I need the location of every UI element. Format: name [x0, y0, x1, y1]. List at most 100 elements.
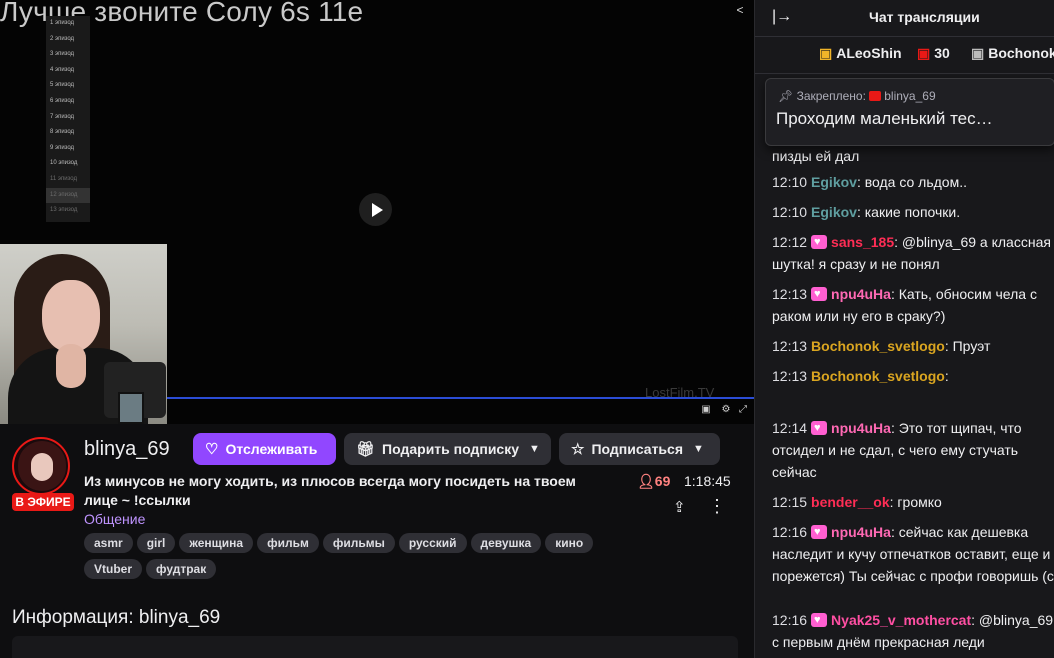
- broadcaster-icon: [869, 91, 882, 101]
- chat-text: : какие попочки.: [856, 204, 961, 220]
- episode-item[interactable]: 8 эпизод: [46, 125, 90, 141]
- play-button[interactable]: [359, 193, 392, 226]
- subscribe-button[interactable]: ☆ Подписаться ▼: [559, 433, 720, 465]
- tag[interactable]: русский: [398, 533, 467, 553]
- chat-timestamp: 12:16: [772, 524, 808, 540]
- gift-icon: ▣: [917, 45, 931, 61]
- tag-list: asmr girl женщина фильм фильмы русский девушка…: [84, 533, 614, 585]
- tag[interactable]: Vtuber: [84, 559, 143, 579]
- share-icon[interactable]: <: [733, 3, 747, 17]
- chat-text: : Это тот щипач, что отсидел и не сдал, …: [772, 420, 1022, 480]
- chat-text: : Пруэт: [944, 338, 991, 354]
- heart-icon: ♡: [205, 441, 219, 458]
- chevron-down-icon: ▼: [529, 443, 540, 455]
- chat-message: 12:16Nyak25_v_mothercat: @blinya_69 с пе…: [772, 609, 1054, 653]
- episode-item[interactable]: 1 эпизод: [46, 16, 90, 32]
- chat-username[interactable]: sans_185: [831, 234, 894, 250]
- chat-text: : вода со льдом..: [856, 174, 967, 190]
- channel-name[interactable]: blinya_69: [84, 438, 170, 461]
- chat-message: 12:14 npu4uHa: Это тот щипач, что отсидел…: [772, 417, 1054, 483]
- share-icon[interactable]: ⇪: [673, 498, 686, 516]
- star-icon: ☆: [571, 441, 585, 458]
- pinned-user: blinya_69: [884, 89, 936, 103]
- chat-username[interactable]: Nyak25_v_mothercat: [831, 612, 971, 628]
- gifter-leaderboard: ▣ ALeoShin ▣ 30 ▣ Bochonok: [755, 37, 1054, 74]
- gift-icon: ▣: [819, 45, 833, 61]
- gift-subscription-button[interactable]: 🎁︎ Подарить подписку ▼: [344, 433, 551, 465]
- gift-label: Подарить подписку: [382, 441, 520, 457]
- episode-item[interactable]: 6 эпизод: [46, 94, 90, 110]
- chat-timestamp: 12:13: [772, 368, 808, 384]
- episode-item[interactable]: 10 эпизод: [46, 156, 90, 172]
- chat-message: 12:10 Egikov: вода со льдом..: [772, 171, 1054, 193]
- chat-message: 12:12sans_185: @blinya_69 а классная шут…: [772, 231, 1054, 275]
- episode-item[interactable]: 11 эпизод: [46, 172, 90, 188]
- pinned-label: Закреплено:: [796, 89, 866, 103]
- chat-timestamp: 12:10: [772, 174, 808, 190]
- episode-item[interactable]: 7 эпизод: [46, 110, 90, 126]
- episode-item[interactable]: 2 эпизод: [46, 32, 90, 48]
- fullscreen-icon[interactable]: ⤢: [737, 404, 749, 416]
- episode-item[interactable]: 9 эпизод: [46, 141, 90, 157]
- chat-username[interactable]: npu4uHa: [831, 286, 891, 302]
- follow-label: Отслеживать: [225, 441, 318, 457]
- chat-timestamp: 12:16: [772, 612, 808, 628]
- chat-message: 12:15 bender__ok: громко: [772, 491, 1054, 513]
- tag[interactable]: женщина: [179, 533, 254, 553]
- tag[interactable]: девушка: [470, 533, 542, 553]
- chat-text: :: [944, 368, 949, 384]
- info-panel: [12, 636, 738, 658]
- viewer-icon: 👤︎: [637, 473, 655, 489]
- chat-username[interactable]: Bochonok_svetlogo: [811, 368, 945, 384]
- settings-icon[interactable]: ⚙: [720, 404, 732, 416]
- category-link[interactable]: Общение: [84, 511, 145, 527]
- webcam-overlay: [0, 244, 167, 424]
- chat-username[interactable]: bender__ok: [811, 494, 890, 510]
- chat-username[interactable]: Egikov: [811, 174, 857, 190]
- main-column: Лучше звоните Солу 6s 11e 1 эпизод 2 эпиз…: [0, 0, 754, 658]
- collapse-chat-icon[interactable]: |→: [772, 8, 792, 26]
- live-badge: В ЭФИРЕ: [12, 493, 74, 511]
- tag[interactable]: girl: [136, 533, 176, 553]
- chat-timestamp: 12:10: [772, 204, 808, 220]
- tag[interactable]: фильм: [257, 533, 319, 553]
- gifter-item[interactable]: ▣ 30: [917, 45, 950, 62]
- stream-title: Из минусов не могу ходить, из плюсов все…: [84, 473, 576, 508]
- chat-username[interactable]: npu4uHa: [831, 420, 891, 436]
- gift-icon: 🎁︎: [356, 441, 376, 458]
- chat-message-fragment: пизды ей дал: [772, 148, 860, 164]
- chat-username[interactable]: Egikov: [811, 204, 857, 220]
- episode-item[interactable]: 3 эпизод: [46, 47, 90, 63]
- chat-header: |→ Чат трансляции: [755, 0, 1054, 37]
- chat-username[interactable]: Bochonok_svetlogo: [811, 338, 945, 354]
- chat-timestamp: 12:14: [772, 420, 808, 436]
- avatar[interactable]: [12, 437, 70, 495]
- chat-username[interactable]: npu4uHa: [831, 524, 891, 540]
- chevron-down-icon: ▼: [693, 443, 704, 455]
- pip-icon[interactable]: ▣: [700, 404, 712, 416]
- subscriber-badge-icon: [811, 231, 828, 253]
- video-player[interactable]: Лучше звоните Солу 6s 11e 1 эпизод 2 эпиз…: [0, 0, 754, 424]
- more-options-icon[interactable]: ⋮: [708, 497, 726, 515]
- chat-title: Чат трансляции: [869, 9, 980, 25]
- chat-timestamp: 12:15: [772, 494, 808, 510]
- tag[interactable]: фудтрак: [146, 559, 217, 579]
- gifter-item[interactable]: ▣ ALeoShin: [819, 45, 902, 62]
- progress-bar[interactable]: [167, 397, 754, 399]
- episode-item[interactable]: 5 эпизод: [46, 78, 90, 94]
- tag[interactable]: кино: [545, 533, 594, 553]
- info-heading: Информация: blinya_69: [12, 607, 221, 628]
- episode-item[interactable]: 12 эпизод: [46, 187, 90, 204]
- tag[interactable]: фильмы: [322, 533, 395, 553]
- follow-button[interactable]: ♡ Отслеживать: [193, 433, 336, 465]
- episode-item[interactable]: 13 эпизод: [46, 203, 90, 219]
- chat-text: : громко: [889, 494, 942, 510]
- chat-timestamp: 12:13: [772, 286, 808, 302]
- uptime: 1:18:45: [684, 473, 731, 489]
- gifter-item[interactable]: ▣ Bochonok: [971, 45, 1054, 62]
- episode-item[interactable]: 4 эпизод: [46, 63, 90, 79]
- subscriber-badge-icon: [811, 521, 828, 543]
- chat-timestamp: 12:12: [772, 234, 808, 250]
- tag[interactable]: asmr: [84, 533, 133, 553]
- pinned-message[interactable]: 📌︎ Закреплено: blinya_69 Проходим малень…: [765, 78, 1054, 146]
